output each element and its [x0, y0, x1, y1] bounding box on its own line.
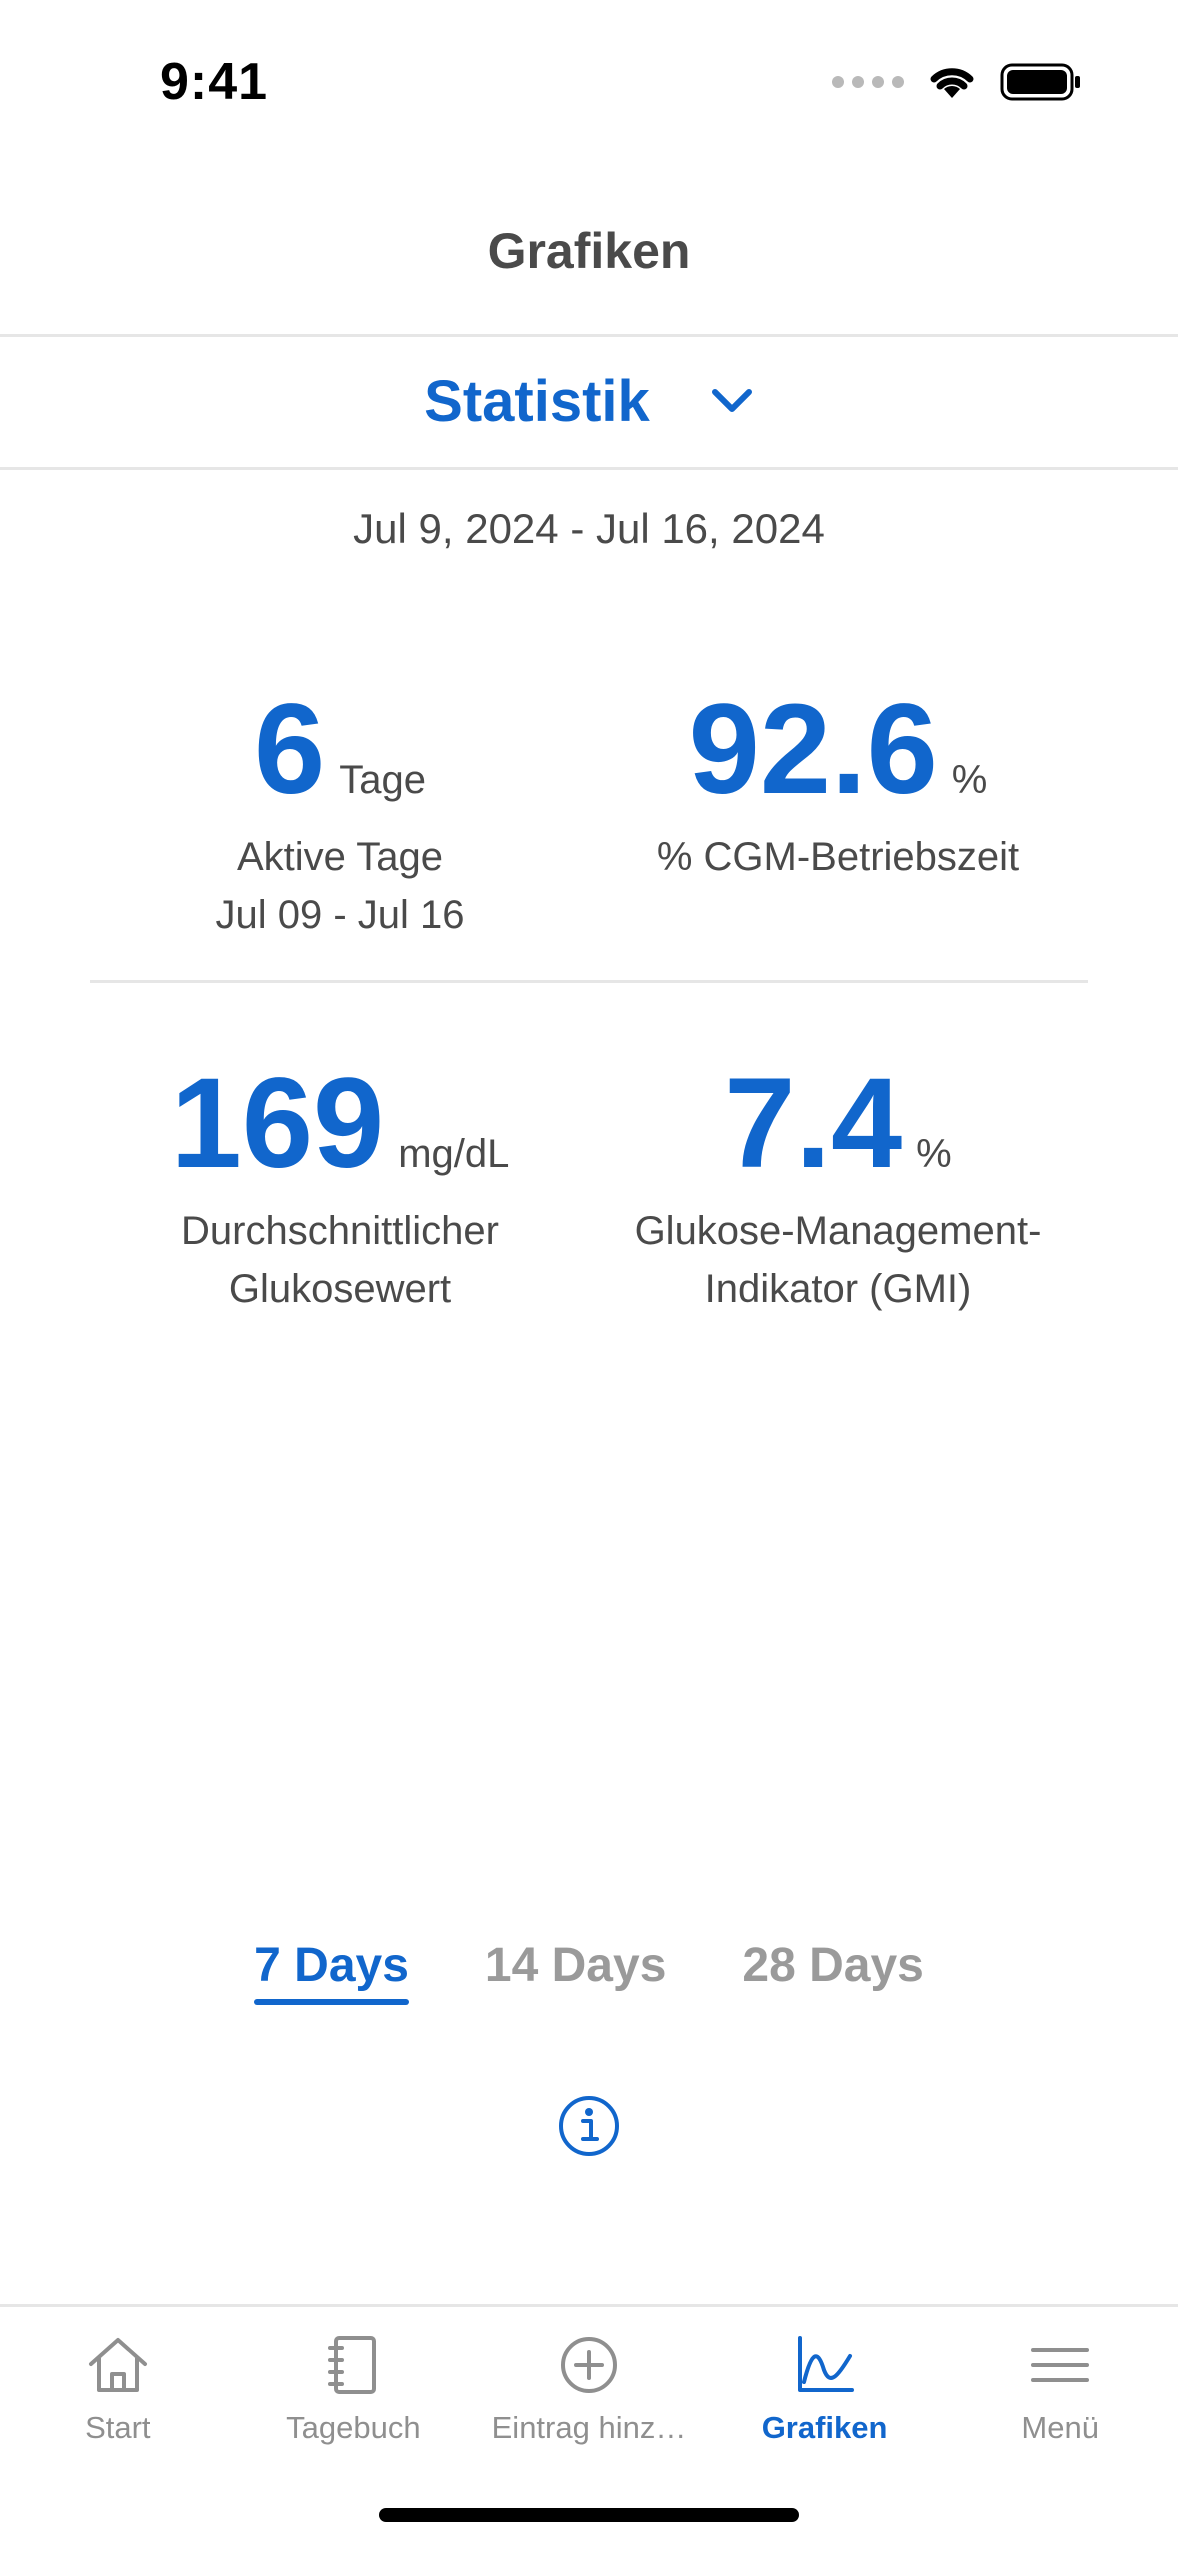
gmi-value: 7.4	[724, 1052, 903, 1195]
average-glucose-value: 169	[170, 1052, 385, 1195]
active-days-label: Aktive Tage	[236, 835, 444, 879]
page-title: Grafiken	[487, 223, 691, 279]
date-range: Jul 9, 2024 - Jul 16, 2024	[353, 505, 825, 552]
statistics-dropdown[interactable]: Statistik	[0, 335, 1178, 467]
add-circle-icon	[560, 2337, 617, 2393]
tab-tagebuch[interactable]: Tagebuch	[236, 2330, 472, 2460]
period-tabs: 7 Days 14 Days 28 Days	[0, 1938, 1178, 2005]
tab-menu-label: Menü	[1021, 2410, 1099, 2445]
average-glucose-unit: mg/dL	[398, 1132, 510, 1176]
stat-cgm-uptime: 92.6 % % CGM-Betriebszeit	[558, 686, 1118, 886]
chart-icon	[797, 2336, 854, 2392]
tab-tagebuch-label: Tagebuch	[286, 2410, 421, 2445]
menu-icon	[1031, 2348, 1090, 2382]
stats-divider	[90, 980, 1088, 983]
cgm-uptime-unit: %	[951, 758, 988, 802]
battery-icon	[1000, 63, 1080, 101]
tab-start[interactable]: Start	[0, 2330, 236, 2460]
stat-gmi: 7.4 % Glukose-Management- Indikator (GMI…	[558, 1060, 1118, 1318]
active-days-value: 6	[254, 678, 326, 821]
stat-active-days: 6 Tage Aktive Tage Jul 09 - Jul 16	[60, 686, 620, 944]
active-days-unit: Tage	[339, 758, 426, 802]
active-days-range: Jul 09 - Jul 16	[215, 893, 465, 937]
gmi-label-line1: Glukose-Management-	[634, 1209, 1042, 1253]
dropdown-label: Statistik	[424, 368, 650, 434]
chevron-down-icon	[711, 389, 752, 412]
tab-eintrag-label: Eintrag hinz…	[491, 2410, 687, 2445]
average-glucose-label-line2: Glukosewert	[228, 1267, 452, 1311]
status-time: 9:41	[160, 53, 269, 111]
gmi-label-line2: Indikator (GMI)	[704, 1267, 972, 1311]
tab-grafiken[interactable]: Grafiken	[707, 2330, 943, 2460]
bottom-tab-bar: Start Tagebuch Eintrag hinz… Grafiken Me…	[0, 2330, 1178, 2460]
tab-14-days[interactable]: 14 Days	[485, 1938, 666, 2005]
wifi-icon	[930, 68, 974, 98]
tab-7-days[interactable]: 7 Days	[254, 1938, 409, 2005]
info-icon[interactable]	[558, 2095, 620, 2157]
cgm-uptime-label: % CGM-Betriebszeit	[656, 835, 1020, 879]
status-indicators	[832, 62, 1082, 102]
tab-start-label: Start	[85, 2410, 151, 2445]
notebook-icon	[328, 2336, 377, 2394]
cellular-signal-icon	[832, 76, 904, 88]
average-glucose-label-line1: Durchschnittlicher	[181, 1209, 499, 1253]
cgm-uptime-value: 92.6	[688, 678, 938, 821]
tab-menu[interactable]: Menü	[942, 2330, 1178, 2460]
stat-average-glucose: 169 mg/dL Durchschnittlicher Glukosewert	[60, 1060, 620, 1318]
tabbar-divider	[0, 2304, 1178, 2307]
home-icon	[88, 2338, 147, 2392]
tab-grafiken-label: Grafiken	[761, 2410, 888, 2445]
tab-28-days[interactable]: 28 Days	[742, 1938, 923, 2005]
home-indicator	[379, 2508, 799, 2522]
gmi-unit: %	[916, 1132, 952, 1176]
tab-eintrag-hinzufuegen[interactable]: Eintrag hinz…	[471, 2330, 707, 2460]
selector-divider	[0, 467, 1178, 470]
